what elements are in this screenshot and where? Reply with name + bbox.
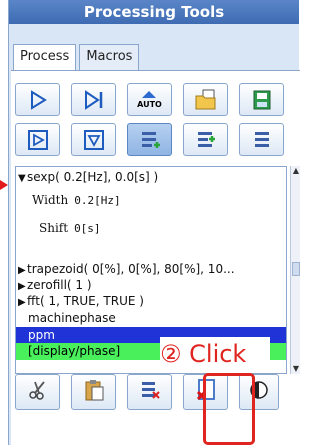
play-icon [28,89,48,110]
save-button[interactable] [239,83,284,116]
insert-after-icon [139,129,161,151]
open-button[interactable] [183,83,228,116]
insert-before-icon [195,129,217,151]
step-into-button[interactable] [15,123,60,156]
collapsed-arrow-icon[interactable]: ▶ [18,294,27,311]
processing-tools-panel: Processing Tools Process Macros AUTO ▼se… [8,0,300,445]
scroll-up-icon[interactable]: ▲ [291,166,301,176]
list-item[interactable]: ▶fft( 1, TRUE, TRUE ) [16,293,286,311]
paste-icon [83,378,105,406]
auto-label: AUTO [137,100,162,109]
step-forward-button[interactable] [71,83,116,116]
auto-button[interactable]: AUTO [127,83,172,116]
scroll-thumb[interactable] [292,262,300,276]
paste-button[interactable] [71,374,116,410]
property-row[interactable]: Width 0.2[Hz] [32,193,121,207]
folder-open-icon [194,89,218,111]
insert-row-icon [139,379,161,405]
highlight-box [203,373,255,445]
list-item[interactable]: ▶zerofill( 1 ) [16,277,286,294]
tab-process[interactable]: Process [13,44,77,71]
window-title: Processing Tools [9,0,299,24]
list-item[interactable]: ▼sexp( 0.2[Hz], 0.0[s] ) [16,169,286,187]
property-row[interactable]: Shift 0[s] [39,221,101,235]
tab-bar: Process Macros [13,44,140,71]
cut-button[interactable] [15,374,60,410]
list-icon [251,129,273,151]
step-forward-icon [83,89,105,110]
list-button[interactable] [239,123,284,156]
tab-macros[interactable]: Macros [79,44,140,70]
scroll-down-icon[interactable]: ▼ [291,364,301,374]
insert-after-button[interactable] [127,123,172,156]
click-annotation: ② Click [160,337,270,371]
scrollbar[interactable]: ▲ ▼ [290,166,300,374]
scissors-icon [27,379,49,405]
save-icon [251,89,273,111]
step-down-button[interactable] [71,123,116,156]
list-item[interactable]: ▶trapezoid( 0[%], 0[%], 80[%], 10... [16,261,286,278]
expanded-arrow-icon[interactable]: ▼ [18,170,27,187]
play-button[interactable] [15,83,60,116]
insert-before-button[interactable] [183,123,228,156]
insert-row-button[interactable] [127,374,172,410]
step-down-icon [83,129,105,151]
step-into-icon [27,129,49,151]
list-item[interactable]: machinephase [16,310,286,327]
auto-icon: AUTO [137,90,162,109]
